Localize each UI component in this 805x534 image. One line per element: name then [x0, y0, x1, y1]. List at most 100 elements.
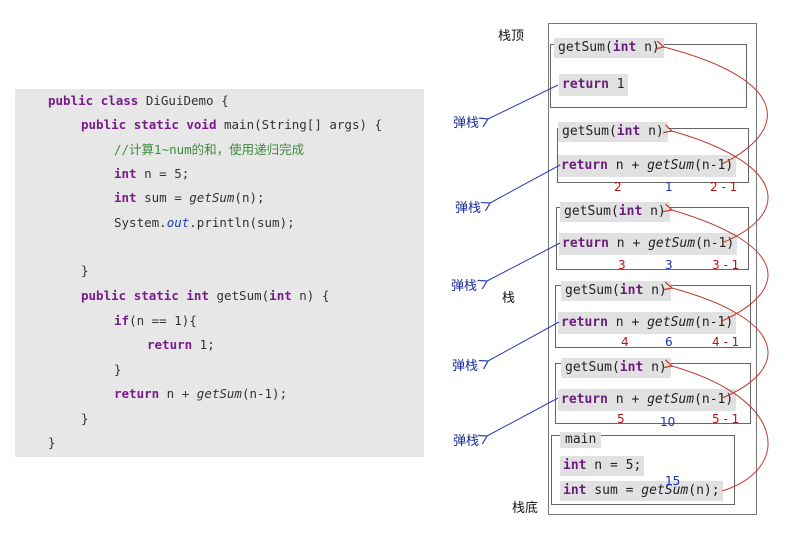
return-text: (n-1) — [694, 158, 734, 173]
return-text: (n-1) — [694, 392, 734, 407]
main-text: (n); — [688, 483, 720, 498]
header-text: getSum( — [558, 40, 613, 55]
code-keyword: int — [186, 288, 209, 303]
code-keyword: int — [114, 190, 137, 205]
header-text: getSum( — [565, 283, 620, 298]
annotation-sum: 10 — [660, 415, 676, 429]
annotation-n: 3 — [618, 258, 626, 272]
code-keyword: if — [114, 313, 130, 328]
annotation-n: 5 — [617, 412, 625, 426]
code-text: 1; — [192, 337, 215, 352]
main-line-1: int n = 5; — [560, 456, 645, 476]
main-frame-title: main — [560, 432, 602, 448]
code-method-call: getSum — [196, 386, 242, 401]
main-keyword: int — [563, 483, 587, 498]
code-keyword: return — [114, 386, 160, 401]
frame-return: return n + getSum(n-1) — [558, 155, 737, 177]
header-text: n) — [640, 124, 664, 139]
code-keyword: public — [48, 93, 94, 108]
code-panel: public class DiGuiDemo { public static v… — [15, 89, 424, 457]
code-keyword: public — [81, 117, 127, 132]
frame-return: return n + getSum(n-1) — [559, 233, 738, 255]
frame-header: getSum(int n) — [560, 202, 670, 222]
code-brace: } — [81, 263, 89, 278]
header-text: getSum( — [564, 204, 619, 219]
annotation-sum: 3 — [665, 258, 673, 272]
header-keyword: int — [616, 124, 641, 139]
annotation-sum: 6 — [665, 335, 673, 349]
code-keyword: void — [186, 117, 217, 132]
header-text: getSum( — [562, 124, 617, 139]
frame-header: getSum(int n) — [561, 281, 671, 301]
code-brace: } — [81, 411, 89, 426]
code-comment: //计算1~num的和，使用递归完成 — [114, 142, 305, 157]
code-text: sum = — [136, 190, 190, 205]
return-text: (n-1) — [694, 315, 734, 330]
main-text: sum = — [586, 483, 642, 498]
code-line-8: public static int getSum(int n) { — [81, 288, 329, 304]
pop-label: 弹栈 — [453, 116, 480, 131]
return-keyword: return — [562, 236, 609, 251]
annotation-expr: 4 - 1 — [712, 335, 740, 349]
code-text: .println(sum); — [189, 215, 295, 230]
stack-top-label: 栈顶 — [498, 29, 525, 44]
header-text: n) — [643, 283, 667, 298]
return-text: n + — [607, 158, 648, 173]
code-text: n) { — [291, 288, 330, 303]
return-keyword: return — [561, 392, 608, 407]
code-line-10: return 1; — [147, 337, 215, 353]
code-field: out — [166, 215, 190, 230]
header-keyword: int — [612, 40, 637, 55]
code-brace: } — [48, 435, 56, 450]
code-text: n + — [159, 386, 197, 401]
header-text: n) — [636, 40, 660, 55]
stack-frame-n2: getSum(int n) return n + getSum(n-1) — [557, 122, 749, 183]
annotation-sum: 1 — [665, 180, 673, 194]
code-line-2: public static void main(String[] args) { — [81, 117, 382, 133]
annotation-expr: 3 - 1 — [712, 258, 740, 272]
return-call: getSum — [647, 158, 695, 173]
code-keyword: static — [133, 288, 179, 303]
pop-label: 弹栈 — [452, 359, 479, 374]
frame-header: getSum(int n) — [558, 122, 668, 142]
header-text: n) — [643, 360, 667, 375]
header-text: getSum( — [565, 360, 620, 375]
stack-frame-main: main int n = 5; int sum = getSum(n); — [551, 432, 735, 505]
code-line-9: if(n == 1){ — [114, 313, 197, 329]
return-keyword: return — [562, 77, 609, 92]
pop-label: 弹栈 — [451, 279, 478, 294]
code-line-5: int sum = getSum(n); — [114, 190, 265, 206]
return-call: getSum — [648, 236, 696, 251]
main-keyword: int — [563, 458, 587, 473]
code-text: n = 5; — [136, 166, 190, 181]
stack-frame-base: getSum(int n) return 1 — [550, 38, 747, 108]
pop-label: 弹栈 — [455, 201, 482, 216]
annotation-n: 2 — [614, 180, 622, 194]
annotation-n: 4 — [621, 335, 629, 349]
return-text: n + — [607, 392, 648, 407]
return-keyword: return — [561, 158, 608, 173]
return-text: n + — [607, 315, 648, 330]
return-text: n + — [608, 236, 649, 251]
annotation-expr: 5 - 1 — [712, 412, 740, 426]
header-keyword: int — [619, 283, 644, 298]
return-value: 1 — [608, 77, 625, 92]
return-text: (n-1) — [695, 236, 735, 251]
frame-return: return n + getSum(n-1) — [558, 389, 737, 411]
code-text: (n == 1){ — [129, 313, 197, 328]
code-keyword: int — [114, 166, 137, 181]
code-keyword: int — [269, 288, 292, 303]
code-brace: } — [114, 362, 122, 377]
main-result: 15 — [665, 474, 681, 488]
frame-header: getSum(int n) — [561, 358, 671, 378]
code-text: (n-1); — [241, 386, 288, 401]
code-line-1: public class DiGuiDemo { — [48, 93, 229, 109]
code-text: DiGuiDemo { — [138, 93, 229, 108]
code-text: main(String[] args) { — [216, 117, 383, 132]
header-keyword: int — [618, 204, 643, 219]
return-keyword: return — [561, 315, 608, 330]
header-text: n) — [642, 204, 666, 219]
frame-return: return 1 — [559, 74, 628, 96]
code-text: (n); — [234, 190, 265, 205]
main-text: n = 5; — [586, 458, 642, 473]
